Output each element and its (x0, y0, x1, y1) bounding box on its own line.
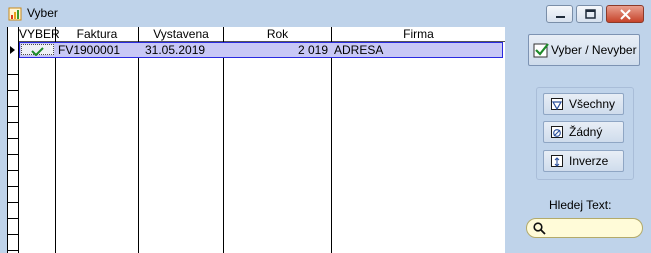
column-header-rok[interactable]: Rok (224, 27, 331, 42)
cell-vystavena: 31.05.2019 (145, 43, 206, 57)
search-input[interactable] (549, 221, 637, 235)
toggle-selection-button[interactable]: Vyber / Nevyber (528, 34, 640, 66)
select-all-label: Všechny (569, 97, 616, 111)
action-panel: Vyber / Nevyber Všechny Žádný Inverze Hl… (505, 27, 651, 253)
column-divider (223, 27, 224, 253)
select-none-icon (551, 126, 563, 138)
cell-firma: ADRESA (334, 43, 384, 57)
minimize-button[interactable] (546, 5, 573, 23)
maximize-icon (585, 9, 596, 19)
row-divider (8, 218, 19, 219)
select-none-button[interactable]: Žádný (543, 121, 624, 143)
close-button[interactable] (606, 5, 644, 23)
column-header-vystavena[interactable]: Vystavena (139, 27, 223, 42)
select-all-button[interactable]: Všechny (543, 93, 624, 115)
row-divider (8, 202, 19, 203)
current-row-indicator-icon (10, 46, 15, 54)
column-divider (55, 27, 56, 253)
row-indicator-column (8, 27, 19, 253)
row-divider (8, 186, 19, 187)
row-divider (8, 90, 19, 91)
data-grid[interactable]: VYBER Faktura Vystavena Rok Firma FV1900… (7, 27, 505, 253)
row-divider (8, 74, 19, 75)
cell-rok: 2 019 (297, 43, 328, 57)
maximize-button[interactable] (576, 5, 603, 23)
vyber-window: Vyber VYBER Faktura Vystavena Rok Firma (0, 0, 651, 253)
row-divider (8, 106, 19, 107)
column-divider (138, 27, 139, 253)
row-divider (8, 170, 19, 171)
row-divider (8, 250, 19, 251)
toggle-selection-label: Vyber / Nevyber (551, 43, 637, 57)
select-none-label: Žádný (569, 125, 603, 139)
cell-faktura: FV1900001 (58, 43, 121, 57)
row-divider (8, 138, 19, 139)
column-header-firma[interactable]: Firma (332, 27, 505, 42)
invert-label: Inverze (569, 154, 609, 168)
column-header-vyber[interactable]: VYBER (19, 27, 60, 42)
minimize-icon (556, 16, 565, 18)
search-label: Hledej Text: (549, 198, 612, 212)
row-divider (8, 234, 19, 235)
vyber-checkbox[interactable] (21, 44, 54, 57)
search-field[interactable] (526, 218, 643, 238)
checkbox-checked-icon (533, 43, 549, 58)
invert-selection-button[interactable]: Inverze (543, 150, 624, 172)
selection-group: Všechny Žádný Inverze (536, 87, 634, 180)
close-icon (620, 9, 631, 20)
row-divider (8, 154, 19, 155)
column-header-faktura[interactable]: Faktura (56, 27, 138, 42)
invert-icon (551, 155, 563, 167)
app-icon (8, 7, 22, 21)
search-icon (533, 222, 546, 235)
select-all-icon (551, 98, 563, 111)
window-title: Vyber (27, 6, 58, 20)
checkmark-icon (31, 47, 44, 57)
title-bar[interactable]: Vyber (0, 0, 651, 27)
column-divider (331, 27, 332, 253)
row-divider (8, 122, 19, 123)
